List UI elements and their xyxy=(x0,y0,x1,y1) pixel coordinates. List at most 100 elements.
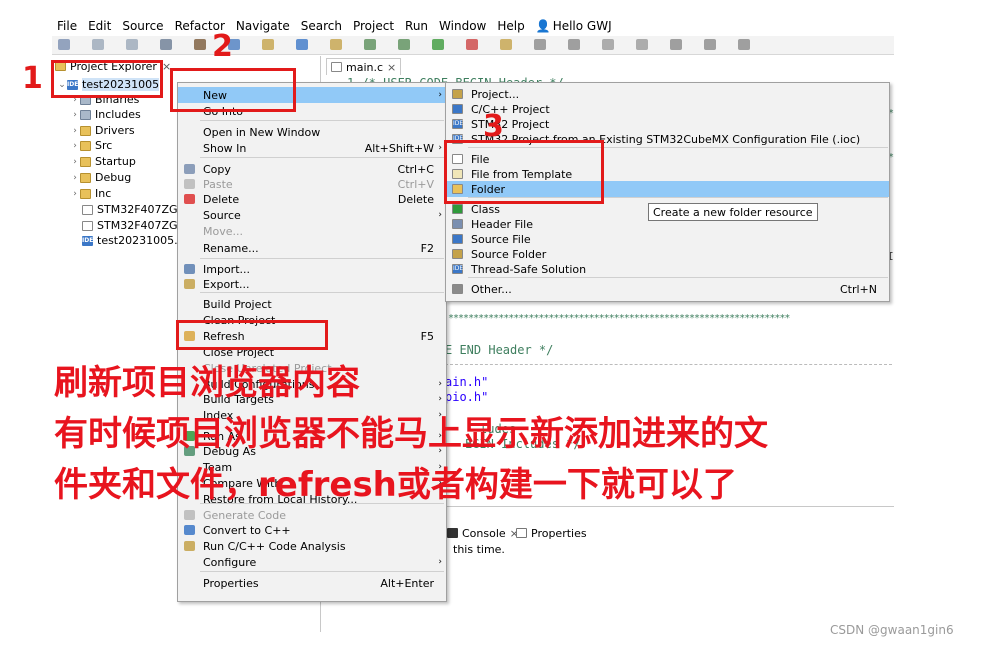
toolbar-ide-icon[interactable] xyxy=(296,39,308,50)
menu-edit[interactable]: Edit xyxy=(83,19,117,33)
paste-icon xyxy=(184,179,195,189)
toolbar-open-icon[interactable] xyxy=(330,39,342,50)
chevron-right-icon[interactable]: › xyxy=(70,189,80,199)
menu-item-move[interactable]: Move... xyxy=(178,223,446,239)
source-folder-icon xyxy=(452,249,463,259)
file-icon xyxy=(82,204,93,215)
menu-item-export[interactable]: Export... xyxy=(178,276,446,292)
tree-item[interactable]: › Includes xyxy=(70,107,141,122)
toolbar-nav-icon[interactable] xyxy=(670,39,682,50)
tree-item[interactable]: › Inc xyxy=(70,186,111,201)
tree-item[interactable]: › Startup xyxy=(70,154,136,169)
submenu-item-label: Source File xyxy=(471,232,531,246)
toolbar-bug-icon[interactable] xyxy=(466,39,478,50)
user-icon: 👤 xyxy=(535,19,551,33)
tree-item[interactable]: › Drivers xyxy=(70,123,134,138)
chevron-right-icon: › xyxy=(438,90,442,100)
tree-item[interactable]: IDE test20231005.io xyxy=(82,233,187,248)
menu-item-copy[interactable]: Copy Ctrl+C xyxy=(178,161,446,177)
menu-separator xyxy=(200,157,444,158)
code-end-header[interactable]: E END Header */ xyxy=(445,343,553,357)
tree-item[interactable]: STM32F407ZGT xyxy=(82,218,184,233)
chevron-right-icon[interactable]: › xyxy=(70,141,80,151)
submenu-item-source-file[interactable]: Source File xyxy=(446,231,889,247)
toolbar-pencil-icon[interactable] xyxy=(534,39,546,50)
menu-item-label: Show In xyxy=(203,141,247,155)
editor-tab-main-c[interactable]: main.c × xyxy=(326,58,402,75)
tab-console[interactable]: Console × xyxy=(447,525,519,541)
menu-item-delete[interactable]: Delete Delete xyxy=(178,191,446,207)
console-message: this time. xyxy=(453,543,505,556)
menu-item-configure[interactable]: Configure › xyxy=(178,554,446,570)
code-include-gpio[interactable]: pio.h" xyxy=(445,390,488,404)
menu-item-show-in[interactable]: Show In Alt+Shift+W › xyxy=(178,140,446,156)
user-menu[interactable]: 👤 Hello GWJ xyxy=(531,19,618,33)
editor-tab-close-icon[interactable]: × xyxy=(387,61,396,74)
annotation-box-refresh xyxy=(176,320,328,350)
menu-item-rename[interactable]: Rename... F2 xyxy=(178,240,446,256)
tree-item[interactable]: STM32F407ZGT xyxy=(82,202,184,217)
menu-navigate[interactable]: Navigate xyxy=(231,19,296,33)
tree-item[interactable]: › Src xyxy=(70,138,112,153)
menu-item-convert-to-c[interactable]: Convert to C++ xyxy=(178,522,446,538)
tree-item-label: STM32F407ZGT xyxy=(97,219,184,232)
chevron-right-icon[interactable]: › xyxy=(70,157,80,167)
folder-icon xyxy=(80,172,91,183)
menu-item-source[interactable]: Source › xyxy=(178,207,446,223)
submenu-item-source-folder[interactable]: Source Folder xyxy=(446,246,889,262)
submenu-item-other[interactable]: Other... Ctrl+N xyxy=(446,281,889,297)
menu-item-label: Open in New Window xyxy=(203,125,321,139)
menu-item-label: Copy xyxy=(203,162,231,176)
includes-icon xyxy=(80,109,91,120)
toolbar-save-all-icon[interactable] xyxy=(126,39,138,50)
menu-item-build-project[interactable]: Build Project xyxy=(178,296,446,312)
toolbar-back-icon[interactable] xyxy=(704,39,716,50)
menu-window[interactable]: Window xyxy=(434,19,492,33)
toolbar-save-icon[interactable] xyxy=(92,39,104,50)
menu-item-properties[interactable]: Properties Alt+Enter xyxy=(178,575,446,591)
menu-item-run-c-c-code-analysis[interactable]: Run C/C++ Code Analysis xyxy=(178,538,446,554)
menu-help[interactable]: Help xyxy=(492,19,530,33)
menu-item-shortcut: F2 xyxy=(420,241,434,255)
menu-item-label: Export... xyxy=(203,277,250,291)
toolbar-cube-icon[interactable] xyxy=(262,39,274,50)
code-include-main[interactable]: ain.h" xyxy=(445,375,488,389)
tab-properties[interactable]: Properties xyxy=(516,525,587,541)
submenu-item-label: Project... xyxy=(471,87,520,101)
toolbar xyxy=(52,36,894,55)
menu-search[interactable]: Search xyxy=(296,19,348,33)
toolbar-target-icon[interactable] xyxy=(364,39,376,50)
tree-item[interactable]: › Debug xyxy=(70,170,131,185)
submenu-item-project[interactable]: Project... xyxy=(446,86,889,102)
chevron-right-icon[interactable]: › xyxy=(70,173,80,183)
menu-item-open-in-new-window[interactable]: Open in New Window xyxy=(178,124,446,140)
menu-item-paste[interactable]: Paste Ctrl+V xyxy=(178,176,446,192)
toolbar-run-icon[interactable] xyxy=(432,39,444,50)
menu-bar: File Edit Source Refactor Navigate Search Proj… xyxy=(52,16,932,36)
menu-item-shortcut: Alt+Shift+W xyxy=(364,141,434,155)
toolbar-pen-icon[interactable] xyxy=(568,39,580,50)
folder-icon xyxy=(80,140,91,151)
menu-item-label: Build Project xyxy=(203,297,272,311)
toolbar-folder-open-icon[interactable] xyxy=(500,39,512,50)
menu-project[interactable]: Project xyxy=(348,19,400,33)
toolbar-paragraph-icon[interactable] xyxy=(602,39,614,50)
toolbar-new-icon[interactable] xyxy=(58,39,70,50)
toolbar-build-icon[interactable] xyxy=(194,39,206,50)
chevron-right-icon[interactable]: › xyxy=(70,110,80,120)
toolbar-settings-icon[interactable] xyxy=(160,39,172,50)
submenu-item-c-c-project[interactable]: C/C++ Project xyxy=(446,101,889,117)
chevron-right-icon[interactable]: › xyxy=(70,126,80,136)
menu-file[interactable]: File xyxy=(52,19,83,33)
menu-run[interactable]: Run xyxy=(400,19,434,33)
toolbar-forward-icon[interactable] xyxy=(738,39,750,50)
watermark: CSDN @gwaan1gin6 xyxy=(830,623,954,637)
menu-item-import[interactable]: Import... xyxy=(178,261,446,277)
submenu-item-thread-safe-solution[interactable]: IDE Thread-Safe Solution xyxy=(446,261,889,277)
menu-item-label: Run C/C++ Code Analysis xyxy=(203,539,346,553)
toolbar-gear-icon[interactable] xyxy=(398,39,410,50)
menu-item-generate-code[interactable]: Generate Code xyxy=(178,507,446,523)
menu-source[interactable]: Source xyxy=(117,19,169,33)
toolbar-nav-icon[interactable] xyxy=(636,39,648,50)
submenu-item-stm32-project[interactable]: IDE STM32 Project xyxy=(446,116,889,132)
